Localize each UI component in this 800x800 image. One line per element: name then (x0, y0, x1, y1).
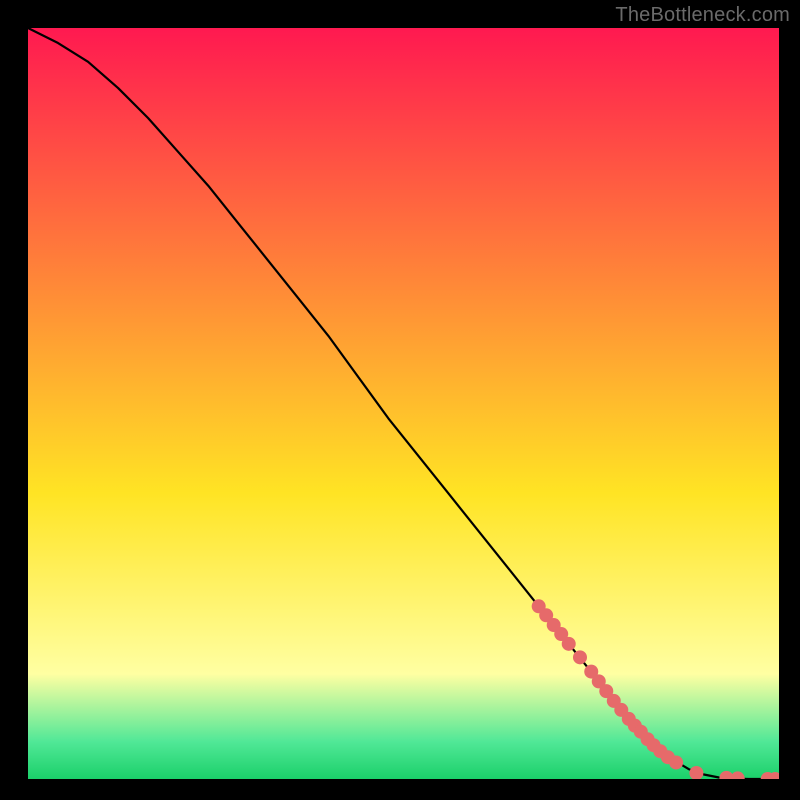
bottleneck-chart (28, 28, 779, 779)
plot-background (28, 28, 779, 779)
attribution-text: TheBottleneck.com (615, 4, 790, 27)
sample-dot (573, 650, 587, 664)
sample-dot (562, 637, 576, 651)
sample-dot (669, 755, 683, 769)
